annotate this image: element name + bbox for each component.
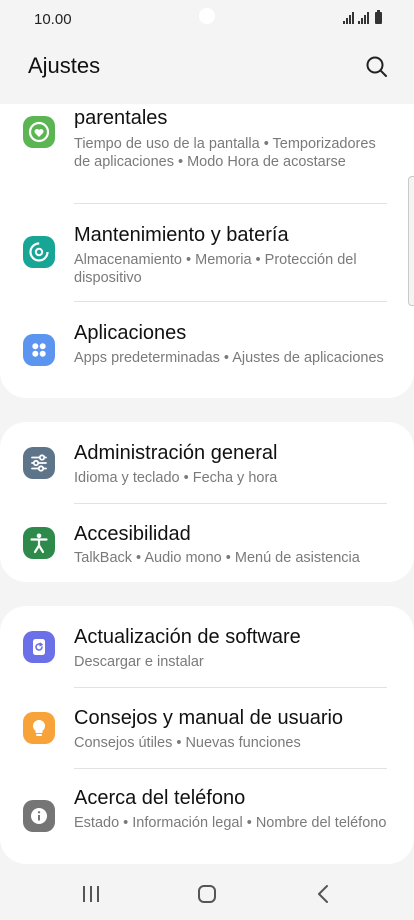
- settings-item-accessibility[interactable]: Accesibilidad TalkBack • Audio mono • Me…: [0, 504, 414, 582]
- front-camera: [199, 8, 215, 24]
- item-subtitle: Tiempo de uso de la pantalla • Temporiza…: [74, 136, 376, 170]
- home-button[interactable]: [182, 874, 232, 914]
- item-title: Consejos y manual de usuario: [74, 707, 344, 729]
- scrollbar-thumb[interactable]: [408, 176, 414, 306]
- settings-item-general-management[interactable]: Administración general Idioma y teclado …: [0, 422, 414, 502]
- header: Ajustes: [0, 40, 414, 100]
- item-subtitle: TalkBack • Audio mono • Menú de asistenc…: [74, 550, 360, 566]
- recents-button[interactable]: [66, 874, 116, 914]
- item-title: Administración general: [74, 442, 278, 464]
- settings-item-device-care[interactable]: Mantenimiento y batería Almacenamiento •…: [0, 204, 414, 301]
- lightbulb-icon: [23, 712, 55, 744]
- settings-item-digital-wellbeing[interactable]: parentales Tiempo de uso de la pantalla …: [0, 104, 414, 202]
- recents-icon: [83, 886, 99, 902]
- settings-item-software-update[interactable]: Actualización de software Descargar e in…: [0, 606, 414, 686]
- settings-item-apps[interactable]: Aplicaciones Apps predeterminadas • Ajus…: [0, 302, 414, 398]
- settings-group-3: Actualización de software Descargar e in…: [0, 606, 414, 864]
- navigation-bar: [0, 866, 414, 920]
- item-title: Aplicaciones: [74, 322, 187, 344]
- apps-icon: [23, 334, 55, 366]
- page-title: Ajustes: [28, 53, 101, 78]
- item-subtitle: Almacenamiento • Memoria • Protección de…: [74, 252, 357, 286]
- search-button[interactable]: [360, 50, 394, 84]
- status-icons: [343, 10, 382, 24]
- back-icon: [318, 885, 328, 903]
- settings-item-about-phone[interactable]: Acerca del teléfono Estado • Información…: [0, 769, 414, 864]
- item-title: parentales: [74, 107, 168, 129]
- digital-wellbeing-icon: [23, 116, 55, 148]
- settings-group-1: parentales Tiempo de uso de la pantalla …: [0, 104, 414, 398]
- search-icon: [366, 56, 387, 77]
- item-subtitle: Descargar e instalar: [74, 654, 204, 670]
- item-title: Accesibilidad: [74, 523, 191, 545]
- back-button[interactable]: [298, 874, 348, 914]
- status-bar: 10.00: [0, 0, 414, 40]
- item-title: Actualización de software: [74, 626, 301, 648]
- home-icon: [198, 885, 216, 903]
- item-subtitle: Estado • Información legal • Nombre del …: [74, 815, 387, 831]
- item-subtitle: Idioma y teclado • Fecha y hora: [74, 470, 278, 486]
- battery-icon: [375, 10, 382, 24]
- item-title: Acerca del teléfono: [74, 787, 246, 809]
- item-subtitle: Consejos útiles • Nuevas funciones: [74, 735, 301, 751]
- item-title: Mantenimiento y batería: [74, 224, 289, 246]
- signal-icon: [358, 12, 369, 24]
- settings-group-2: Administración general Idioma y teclado …: [0, 422, 414, 582]
- status-time: 10.00: [34, 11, 72, 28]
- item-subtitle: Apps predeterminadas • Ajustes de aplica…: [74, 350, 384, 366]
- signal-icon: [343, 12, 354, 24]
- accessibility-icon: [23, 527, 55, 559]
- sliders-icon: [23, 447, 55, 479]
- info-icon: [23, 800, 55, 832]
- settings-item-tips[interactable]: Consejos y manual de usuario Consejos út…: [0, 688, 414, 768]
- device-care-icon: [23, 236, 55, 268]
- software-update-icon: [23, 631, 55, 663]
